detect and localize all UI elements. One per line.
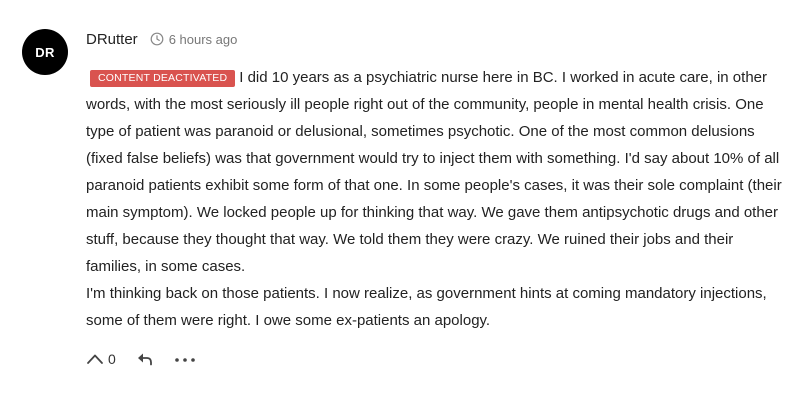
comment-text-second: I'm thinking back on those patients. I n… [86,285,767,329]
avatar[interactable]: DR [22,29,68,75]
comment: DR DRutter 6 hours ago CONTENT DEACTIVAT… [0,0,800,400]
reply-arrow-icon [137,353,152,366]
comment-body: CONTENT DEACTIVATED I did 10 years as a p… [86,64,786,334]
chevron-up-icon [86,350,104,368]
comment-actions: 0 [86,348,196,370]
comment-header: DRutter 6 hours ago [86,30,237,48]
author-name[interactable]: DRutter [86,31,138,48]
more-dots-icon [174,358,195,362]
content-deactivated-badge: CONTENT DEACTIVATED [90,70,236,87]
comment-text-first: I did 10 years as a psychiatric nurse he… [86,69,782,275]
timestamp-text: 6 hours ago [168,31,238,47]
timestamp[interactable]: 6 hours ago [150,31,238,47]
reply-button[interactable] [136,350,154,368]
more-options-button[interactable] [174,350,196,368]
clock-icon [150,32,164,46]
upvote-button[interactable]: 0 [86,350,116,368]
comment-paragraph: CONTENT DEACTIVATED I did 10 years as a p… [86,64,786,280]
comment-paragraph: I'm thinking back on those patients. I n… [86,280,786,334]
vote-count: 0 [108,351,116,367]
